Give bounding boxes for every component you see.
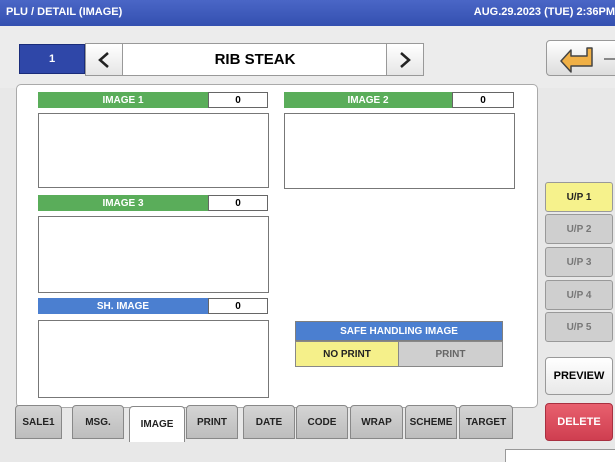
sh-image-count[interactable]: 0 <box>208 298 268 314</box>
preview-button[interactable]: PREVIEW <box>545 357 613 395</box>
tab-code[interactable]: CODE <box>296 405 348 439</box>
title-bar: PLU / DETAIL (IMAGE) AUG.29.2023 (TUE) 2… <box>0 0 615 26</box>
tab-msg[interactable]: MSG. <box>72 405 124 439</box>
image2-header: IMAGE 2 <box>284 92 452 108</box>
back-button[interactable] <box>546 40 615 76</box>
tab-wrap[interactable]: WRAP <box>350 405 403 439</box>
up1-button[interactable]: U/P 1 <box>545 182 613 212</box>
safe-handling-title: SAFE HANDLING IMAGE <box>295 321 503 341</box>
tab-target[interactable]: TARGET <box>459 405 513 439</box>
tab-scheme[interactable]: SCHEME <box>405 405 457 439</box>
image1-header: IMAGE 1 <box>38 92 208 108</box>
page-title: PLU / DETAIL (IMAGE) <box>6 6 123 18</box>
datetime: AUG.29.2023 (TUE) 2:36PM <box>473 6 615 18</box>
delete-button[interactable]: DELETE <box>545 403 613 441</box>
image2-preview[interactable] <box>284 113 515 189</box>
image2-count[interactable]: 0 <box>452 92 514 108</box>
status-field <box>505 449 615 462</box>
next-plu-button[interactable] <box>386 43 424 76</box>
chevron-left-icon <box>98 51 109 68</box>
prev-plu-button[interactable] <box>85 43 123 76</box>
sh-image-header: SH. IMAGE <box>38 298 208 314</box>
image1-preview[interactable] <box>38 113 269 188</box>
up2-button[interactable]: U/P 2 <box>545 214 613 244</box>
tab-date[interactable]: DATE <box>243 405 295 439</box>
tab-bar-base <box>0 438 540 459</box>
return-arrow-icon <box>560 47 615 73</box>
image3-preview[interactable] <box>38 216 269 293</box>
plu-number[interactable]: 1 <box>19 44 85 74</box>
tab-print[interactable]: PRINT <box>186 405 238 439</box>
print-option[interactable]: PRINT <box>398 341 503 367</box>
tab-image[interactable]: IMAGE <box>129 406 185 442</box>
image1-count[interactable]: 0 <box>208 92 268 108</box>
up3-button[interactable]: U/P 3 <box>545 247 613 277</box>
tab-sale1[interactable]: SALE1 <box>15 405 62 439</box>
image3-header: IMAGE 3 <box>38 195 208 211</box>
plu-name[interactable]: RIB STEAK <box>122 43 388 76</box>
up4-button[interactable]: U/P 4 <box>545 280 613 310</box>
sh-image-preview[interactable] <box>38 320 269 398</box>
image3-count[interactable]: 0 <box>208 195 268 211</box>
chevron-right-icon <box>400 51 411 68</box>
up5-button[interactable]: U/P 5 <box>545 312 613 342</box>
no-print-option[interactable]: NO PRINT <box>295 341 399 367</box>
